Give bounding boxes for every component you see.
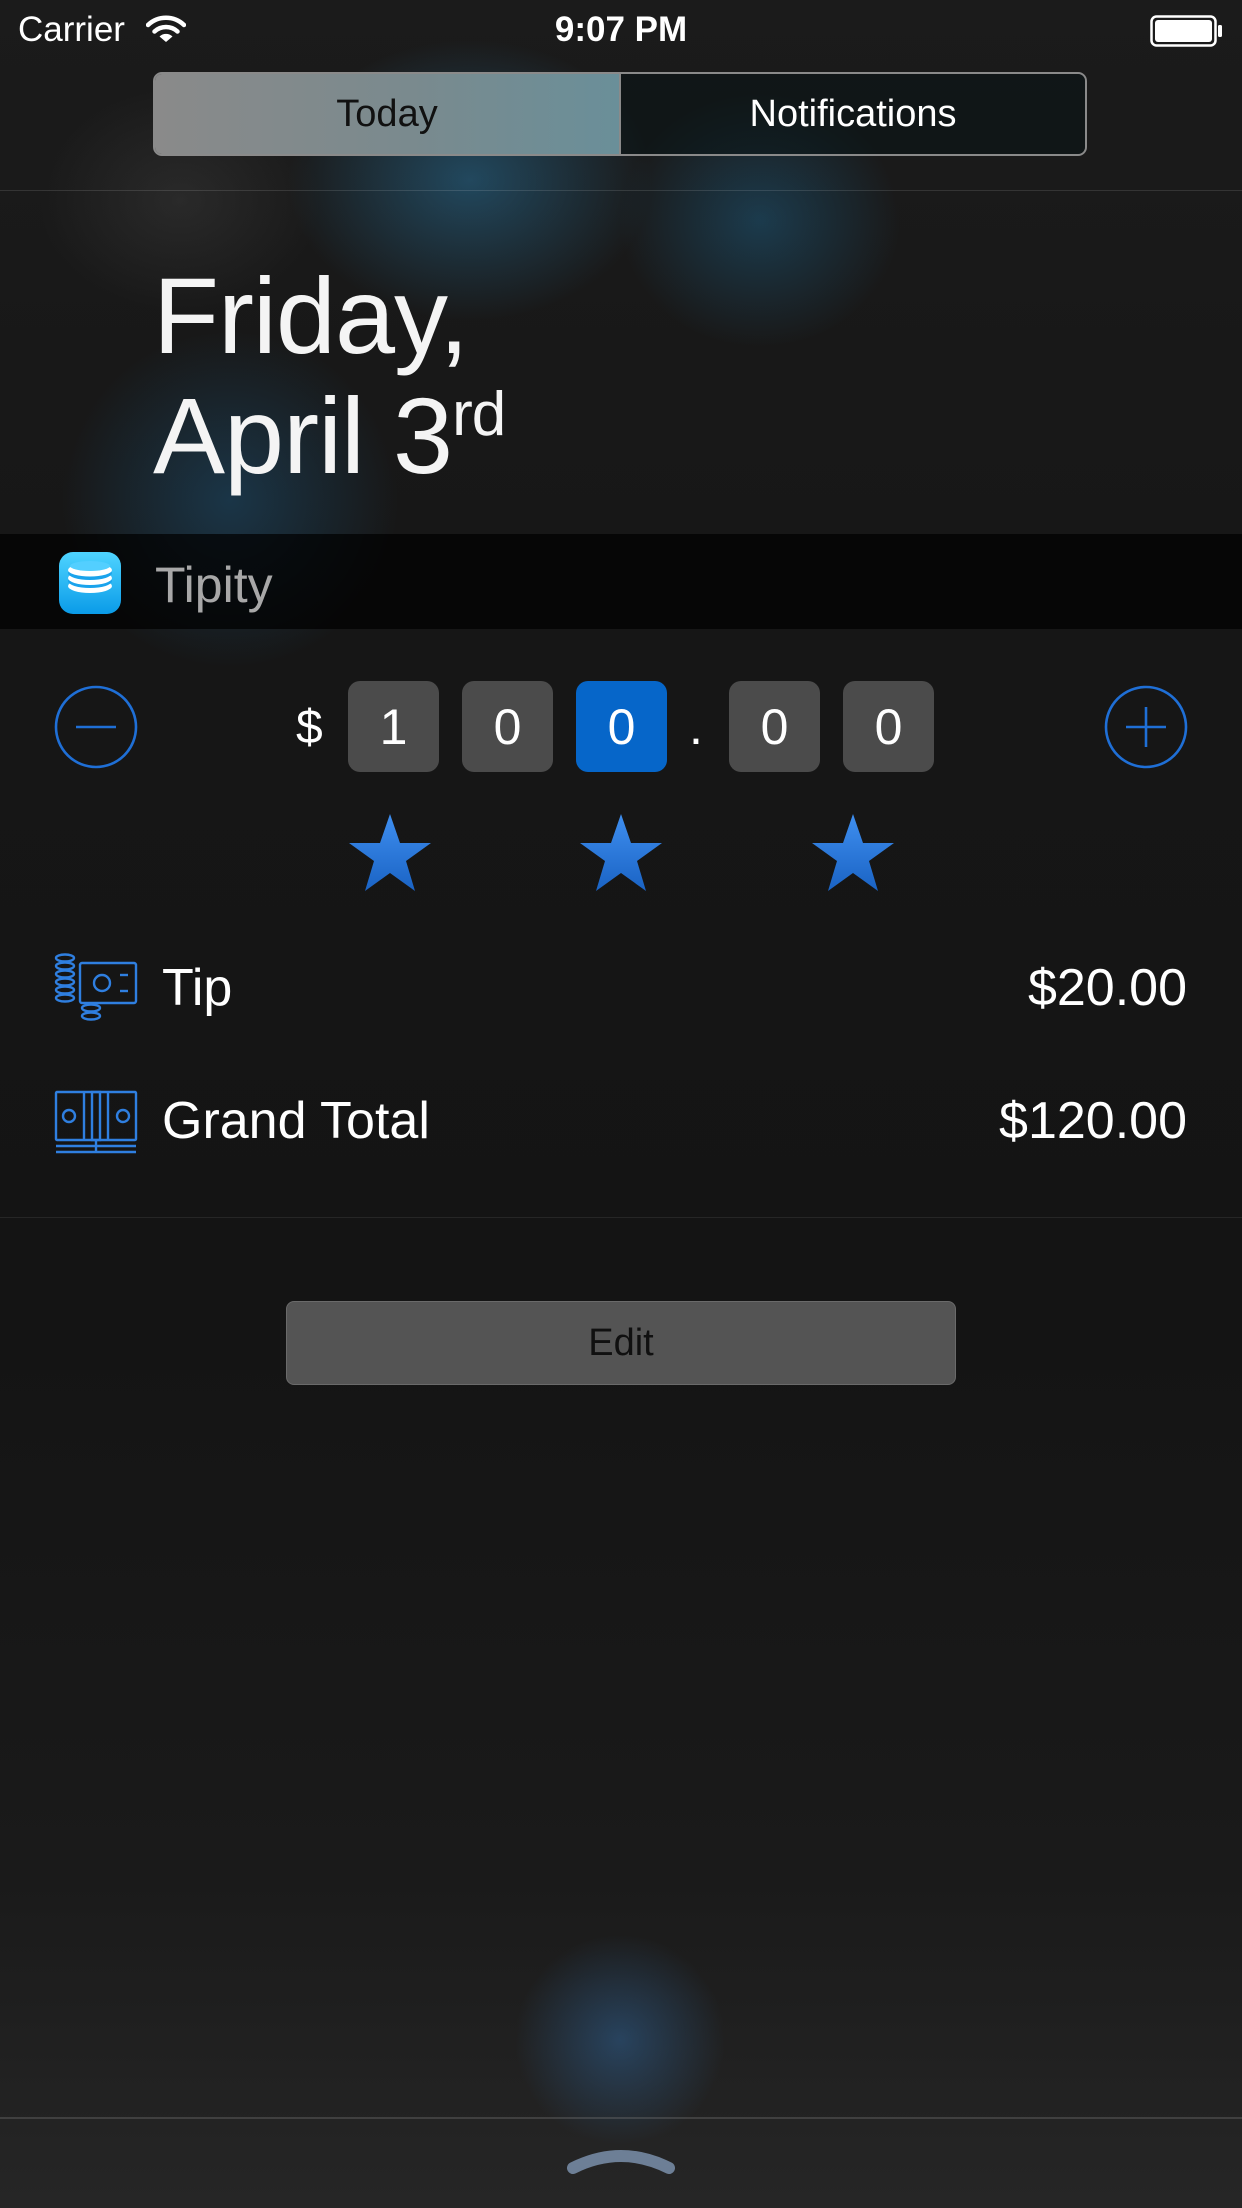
date-weekday: Friday, bbox=[153, 255, 469, 376]
date-month-day: April 3 bbox=[153, 375, 453, 496]
divider bbox=[0, 190, 1242, 191]
date-ordinal-suffix: rd bbox=[452, 380, 506, 449]
minus-circle-icon bbox=[54, 685, 138, 769]
segmented-control: Today Notifications bbox=[153, 72, 1087, 156]
grand-total-value: $120.00 bbox=[999, 1092, 1187, 1150]
tab-notifications[interactable]: Notifications bbox=[619, 74, 1085, 154]
plus-circle-icon bbox=[1104, 685, 1188, 769]
amount-digit-ones[interactable]: 0 bbox=[462, 681, 553, 772]
amount-digit-hundredths[interactable]: 0 bbox=[843, 681, 934, 772]
tab-today[interactable]: Today bbox=[155, 74, 619, 154]
amount-digit-units-selected[interactable]: 0 bbox=[576, 681, 667, 772]
decrease-button[interactable] bbox=[54, 685, 138, 769]
tip-value: $20.00 bbox=[1027, 959, 1187, 1017]
battery-icon bbox=[1150, 15, 1224, 52]
divider bbox=[0, 2117, 1242, 2119]
date-heading: Friday, April 3rd bbox=[153, 255, 506, 496]
amount-digit-tens[interactable]: 1 bbox=[348, 681, 439, 772]
grand-total-label: Grand Total bbox=[162, 1092, 430, 1150]
decimal-point: . bbox=[689, 699, 703, 755]
star-icon[interactable] bbox=[347, 812, 433, 894]
star-icon[interactable] bbox=[810, 812, 896, 894]
coins-cash-icon bbox=[54, 953, 138, 1023]
date-day: April 3rd bbox=[153, 375, 506, 496]
tip-label: Tip bbox=[162, 959, 233, 1017]
status-bar: Carrier 9:07 PM bbox=[0, 0, 1242, 62]
increase-button[interactable] bbox=[1104, 685, 1188, 769]
clock: 9:07 PM bbox=[554, 10, 688, 49]
banknotes-icon bbox=[54, 1086, 138, 1156]
star-icon[interactable] bbox=[578, 812, 664, 894]
edit-button[interactable]: Edit bbox=[286, 1301, 956, 1385]
widget-title: Tipity bbox=[155, 557, 273, 613]
amount-digit-tenths[interactable]: 0 bbox=[729, 681, 820, 772]
divider bbox=[0, 1217, 1242, 1218]
tipity-app-icon bbox=[59, 552, 121, 614]
currency-symbol: $ bbox=[296, 701, 323, 754]
widget-header[interactable]: Tipity bbox=[0, 534, 1242, 629]
grabber-handle-icon[interactable] bbox=[567, 2142, 675, 2174]
